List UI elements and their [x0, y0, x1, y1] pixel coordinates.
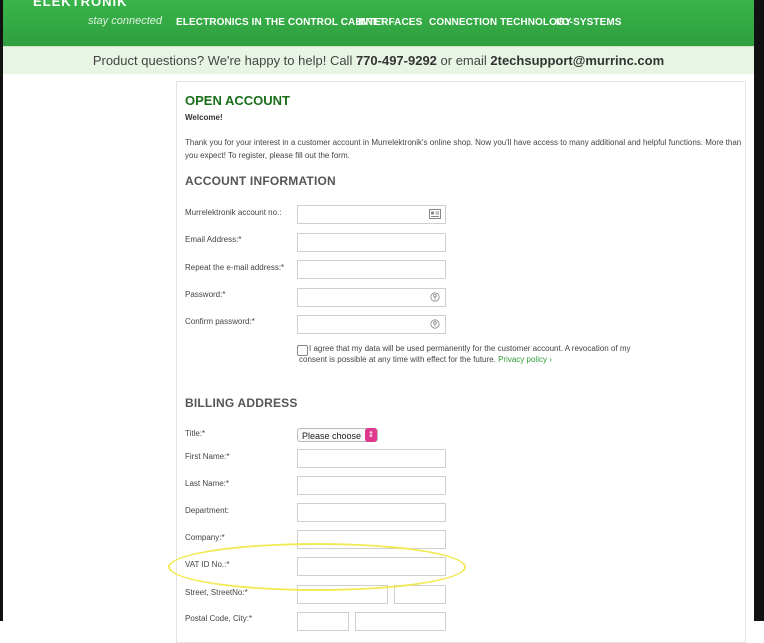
street-number-input[interactable] — [394, 585, 446, 604]
welcome-text: Welcome! — [185, 113, 223, 122]
select-arrows-icon: ⇕ — [365, 428, 377, 442]
street-label: Street, StreetNo:* — [185, 588, 248, 597]
privacy-policy-link[interactable]: Privacy policy › — [498, 355, 552, 364]
brand-tagline: stay connected — [88, 15, 162, 27]
nav-interfaces[interactable]: INTERFACES — [358, 17, 422, 28]
company-label: Company:* — [185, 533, 225, 542]
confirm-password-label: Confirm password:* — [185, 317, 255, 326]
email-label: Email Address:* — [185, 235, 242, 244]
account-number-label: Murrelektronik account no.: — [185, 208, 282, 217]
hotline-phone[interactable]: 770-497-9292 — [356, 53, 437, 68]
nav-io-systems[interactable]: I/O-SYSTEMS — [556, 17, 622, 28]
first-name-input[interactable] — [297, 449, 446, 468]
password-input[interactable] — [297, 288, 446, 307]
postal-code-input[interactable] — [297, 612, 349, 631]
department-label: Department: — [185, 506, 230, 515]
first-name-label: First Name:* — [185, 452, 230, 461]
account-information-heading: ACCOUNT INFORMATION — [185, 174, 336, 188]
city-input[interactable] — [355, 612, 446, 631]
repeat-email-input[interactable] — [297, 260, 446, 279]
title-select[interactable]: Please choose ⇕ — [297, 428, 378, 442]
hotline-email[interactable]: 2techsupport@murrinc.com — [490, 53, 664, 68]
department-input[interactable] — [297, 503, 446, 522]
intro-text: Thank you for your interest in a custome… — [185, 138, 742, 160]
last-name-label: Last Name:* — [185, 479, 230, 488]
postal-code-city-label: Postal Code, City:* — [185, 614, 253, 623]
email-input[interactable] — [297, 233, 446, 252]
support-hotline-bar: Product questions? We're happy to help! … — [3, 46, 754, 74]
window-frame-left — [0, 0, 3, 621]
hotline-mid: or email — [436, 53, 491, 68]
billing-address-heading: BILLING ADDRESS — [185, 396, 298, 410]
last-name-input[interactable] — [297, 476, 446, 495]
nav-connection-technology[interactable]: CONNECTION TECHNOLOGY — [429, 17, 572, 28]
id-card-icon — [429, 209, 441, 219]
street-input[interactable] — [297, 585, 388, 604]
password-key-icon — [430, 292, 440, 302]
password-key-icon — [430, 319, 440, 329]
window-frame-right — [754, 0, 764, 621]
vat-id-label: VAT ID No.:* — [185, 560, 230, 569]
vat-id-input[interactable] — [297, 557, 446, 576]
brand-logo[interactable]: ELEKTRONIK — [33, 0, 128, 9]
account-number-input[interactable] — [297, 205, 446, 224]
confirm-password-input[interactable] — [297, 315, 446, 334]
hotline-prefix: Product questions? We're happy to help! … — [92, 53, 356, 68]
consent-label: I agree that my data will be used perman… — [299, 344, 631, 364]
company-input[interactable] — [297, 530, 446, 549]
nav-electronics-control-cabinet[interactable]: ELECTRONICS IN THE CONTROL CABINET — [176, 17, 386, 28]
password-label: Password:* — [185, 290, 226, 299]
top-navigation-bar: ELEKTRONIK stay connected ELECTRONICS IN… — [3, 0, 754, 46]
title-label: Title:* — [185, 429, 206, 438]
consent-text: I agree that my data will be used perman… — [299, 343, 639, 365]
page-title: OPEN ACCOUNT — [185, 93, 290, 108]
repeat-email-label: Repeat the e-mail address:* — [185, 263, 285, 272]
title-select-value: Please choose — [302, 431, 362, 441]
